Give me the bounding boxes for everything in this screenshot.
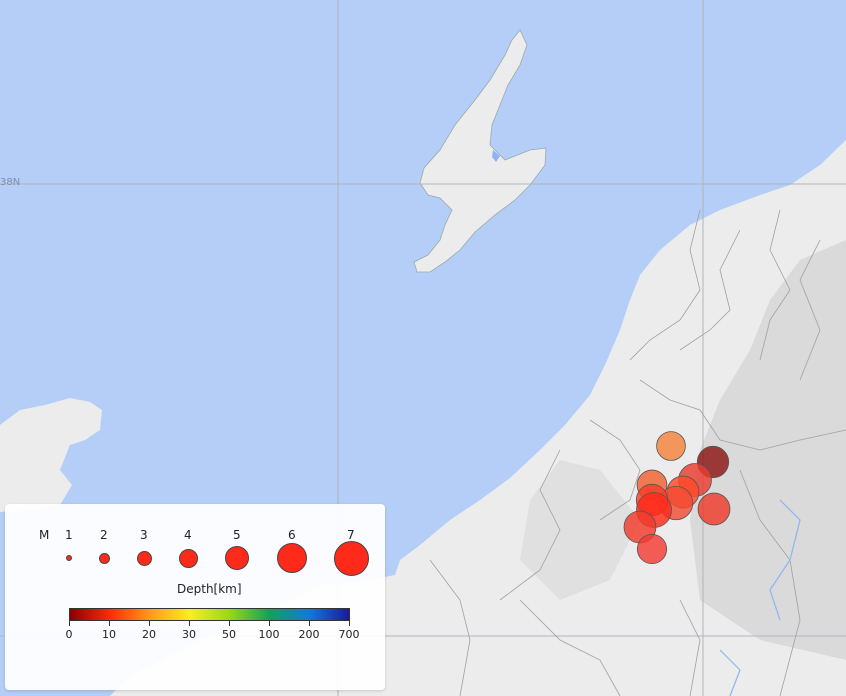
colorbar-segment [309,609,350,620]
magnitude-label: M [39,528,50,542]
colorbar-segment [229,609,270,620]
colorbar-tick [229,621,230,626]
magnitude-value: 1 [65,528,73,542]
grid-label-lat: 38N [0,177,21,188]
magnitude-circle [66,555,72,561]
colorbar-tick-label: 10 [102,628,116,641]
colorbar-segment [189,609,230,620]
legend: M 1 2 3 4 5 6 7 Depth[km] 0 10 20 30 50 100 200 700 [5,504,385,690]
magnitude-circle [98,552,110,564]
colorbar-tick [309,621,310,626]
earthquake-marker[interactable] [636,533,668,565]
colorbar-tick-label: 20 [142,628,156,641]
magnitude-value: 3 [140,528,148,542]
depth-colorbar [69,608,350,621]
magnitude-value: 7 [347,528,355,542]
colorbar-tick [189,621,190,626]
colorbar-tick-label: 0 [65,628,73,641]
magnitude-circle [178,548,198,568]
colorbar-tick-label: 100 [258,628,280,641]
colorbar-segment [109,609,150,620]
colorbar-tick [349,621,350,626]
colorbar-segment [269,609,310,620]
magnitude-value: 4 [184,528,192,542]
depth-title: Depth[km] [177,582,242,596]
magnitude-value: 2 [100,528,108,542]
magnitude-circle [225,546,249,570]
earthquake-marker[interactable] [697,492,731,526]
magnitude-circle [136,550,152,566]
colorbar-tick-label: 50 [222,628,236,641]
colorbar-tick [109,621,110,626]
colorbar-segment [70,609,110,620]
colorbar-tick-label: 200 [298,628,320,641]
magnitude-circle [277,543,307,573]
colorbar-tick [69,621,70,626]
earthquake-marker[interactable] [656,431,686,461]
magnitude-value: 6 [288,528,296,542]
magnitude-value: 5 [233,528,241,542]
magnitude-circle [333,540,369,576]
colorbar-tick [149,621,150,626]
colorbar-segment [149,609,190,620]
colorbar-tick [269,621,270,626]
colorbar-tick-label: 700 [338,628,360,641]
colorbar-tick-label: 30 [182,628,196,641]
